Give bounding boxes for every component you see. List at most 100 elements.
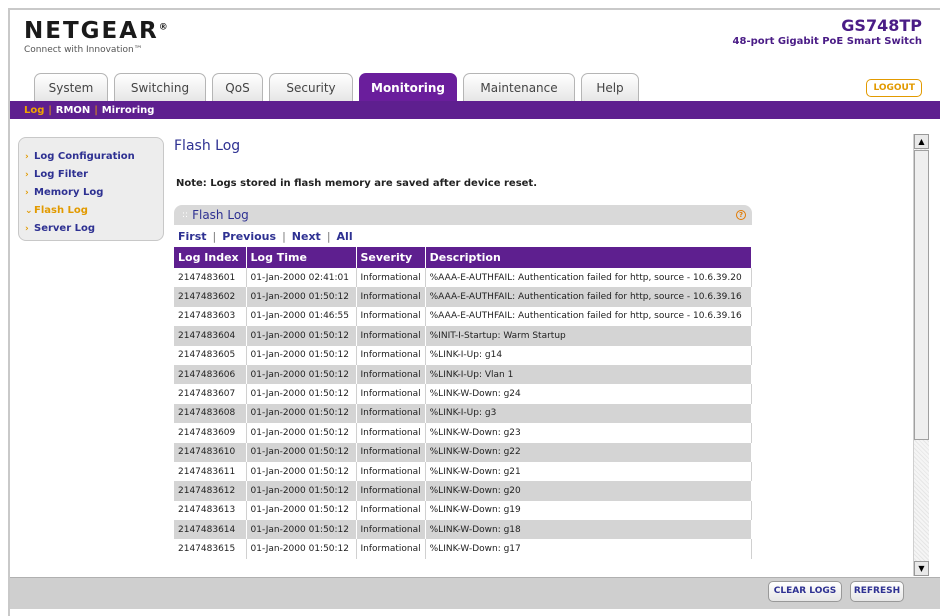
table-row: 2147483612 01-Jan-2000 01:50:12 Informatio… (174, 481, 752, 501)
cell-severity: Informational (356, 268, 426, 288)
tab-maintenance[interactable]: Maintenance (463, 73, 575, 101)
grip-icon: :: (182, 210, 189, 220)
panel-title: Flash Log (192, 208, 249, 222)
cell-log-index: 2147483608 (174, 403, 247, 424)
cell-log-index: 2147483614 (174, 520, 247, 540)
sidebar-item-server-log[interactable]: › Server Log (25, 220, 163, 238)
cell-severity: Informational (356, 345, 426, 365)
scrollbar-thumb[interactable] (914, 150, 929, 440)
cell-description: %AAA-E-AUTHFAIL: Authentication failed f… (425, 268, 752, 288)
table-row: 2147483609 01-Jan-2000 01:50:12 Informatio… (174, 423, 752, 443)
tab-system[interactable]: System (34, 73, 108, 101)
page-title: Flash Log (174, 138, 241, 154)
cell-log-time: 01-Jan-2000 01:50:12 (246, 500, 357, 521)
cell-severity: Informational (356, 364, 426, 385)
column-header-severity: Severity (356, 247, 426, 268)
cell-severity: Informational (356, 306, 426, 327)
pager-previous-link[interactable]: Previous (222, 230, 276, 243)
page-scrollbar[interactable]: ▲ ▼ (913, 134, 929, 576)
table-header-row: Log Index Log Time Severity Description (174, 247, 752, 268)
cell-log-time: 01-Jan-2000 01:50:12 (246, 481, 357, 501)
cell-log-time: 01-Jan-2000 01:50:12 (246, 423, 357, 443)
cell-description: %LINK-I-Up: Vlan 1 (425, 364, 752, 385)
tab-help[interactable]: Help (581, 73, 639, 101)
cell-log-index: 2147483609 (174, 423, 247, 443)
cell-description: %LINK-W-Down: g23 (425, 423, 752, 443)
cell-description: %AAA-E-AUTHFAIL: Authentication failed f… (425, 306, 752, 327)
sidebar-item-label: Log Filter (34, 169, 89, 180)
cell-description: %LINK-W-Down: g17 (425, 539, 752, 559)
subnav-mirroring[interactable]: Mirroring (102, 105, 155, 116)
cell-description: %LINK-W-Down: g19 (425, 500, 752, 521)
clear-logs-button[interactable]: CLEAR LOGS (768, 581, 842, 602)
table-row: 2147483613 01-Jan-2000 01:50:12 Informatio… (174, 500, 752, 521)
cell-description: %LINK-W-Down: g24 (425, 384, 752, 404)
cell-log-index: 2147483610 (174, 442, 247, 462)
cell-severity: Informational (356, 539, 426, 559)
cell-log-time: 01-Jan-2000 02:41:01 (246, 268, 357, 288)
pager-all-link[interactable]: All (337, 230, 353, 243)
cell-log-index: 2147483615 (174, 539, 247, 559)
tab-switching[interactable]: Switching (114, 73, 206, 101)
sidebar-item-label: Server Log (34, 223, 96, 234)
sidebar-item-memory-log[interactable]: › Memory Log (25, 184, 163, 202)
cell-log-time: 01-Jan-2000 01:50:12 (246, 461, 357, 482)
pager-first-link[interactable]: First (178, 230, 207, 243)
cell-description: %INIT-I-Startup: Warm Startup (425, 326, 752, 346)
cell-log-time: 01-Jan-2000 01:50:12 (246, 539, 357, 559)
logout-button[interactable]: LOGOUT (866, 79, 922, 97)
cell-log-time: 01-Jan-2000 01:50:12 (246, 287, 357, 307)
cell-log-time: 01-Jan-2000 01:50:12 (246, 403, 357, 424)
table-row: 2147483611 01-Jan-2000 01:50:12 Informatio… (174, 461, 752, 482)
cell-description: %LINK-I-Up: g3 (425, 403, 752, 424)
log-table: Log Index Log Time Severity Description … (174, 247, 752, 559)
cell-log-index: 2147483601 (174, 268, 247, 288)
table-row: 2147483603 01-Jan-2000 01:46:55 Informatio… (174, 306, 752, 327)
table-row: 2147483607 01-Jan-2000 01:50:12 Informatio… (174, 384, 752, 404)
table-row: 2147483606 01-Jan-2000 01:50:12 Informatio… (174, 364, 752, 385)
page-note: Note: Logs stored in flash memory are sa… (176, 178, 538, 189)
sidebar-item-log-configuration[interactable]: › Log Configuration (25, 148, 163, 166)
cell-severity: Informational (356, 423, 426, 443)
cell-log-index: 2147483602 (174, 287, 247, 307)
tab-monitoring[interactable]: Monitoring (359, 73, 457, 101)
cell-log-index: 2147483606 (174, 364, 247, 385)
tab-qos[interactable]: QoS (212, 73, 263, 101)
table-row: 2147483615 01-Jan-2000 01:50:12 Informatio… (174, 539, 752, 559)
sidebar-item-flash-log[interactable]: ⌄ Flash Log (25, 202, 163, 220)
cell-log-time: 01-Jan-2000 01:46:55 (246, 306, 357, 327)
cell-log-time: 01-Jan-2000 01:50:12 (246, 364, 357, 385)
cell-log-time: 01-Jan-2000 01:50:12 (246, 384, 357, 404)
cell-log-time: 01-Jan-2000 01:50:12 (246, 345, 357, 365)
scroll-down-arrow-icon[interactable]: ▼ (914, 561, 929, 576)
main-tabs: System Switching QoS Security Monitoring… (34, 73, 639, 101)
column-header-description: Description (425, 247, 752, 268)
cell-severity: Informational (356, 520, 426, 540)
panel-header: :: Flash Log ? (174, 205, 752, 225)
registered-mark: ® (158, 22, 168, 33)
cell-description: %LINK-I-Up: g14 (425, 345, 752, 365)
table-row: 2147483602 01-Jan-2000 01:50:12 Informatio… (174, 287, 752, 307)
cell-log-time: 01-Jan-2000 01:50:12 (246, 520, 357, 540)
table-row: 2147483601 01-Jan-2000 02:41:01 Informatio… (174, 268, 752, 288)
column-header-log-time: Log Time (246, 247, 357, 268)
sidebar-item-log-filter[interactable]: › Log Filter (25, 166, 163, 184)
question-icon[interactable]: ? (736, 210, 746, 220)
tab-security[interactable]: Security (269, 73, 353, 101)
sidebar-item-label: Memory Log (34, 187, 104, 198)
pager-separator: | (212, 229, 217, 243)
cell-severity: Informational (356, 461, 426, 482)
subnav-log[interactable]: Log (24, 105, 44, 116)
table-body: 2147483601 01-Jan-2000 02:41:01 Informatio… (174, 268, 752, 559)
pager-next-link[interactable]: Next (292, 230, 321, 243)
cell-log-index: 2147483603 (174, 306, 247, 327)
scroll-up-arrow-icon[interactable]: ▲ (914, 134, 929, 149)
cell-description: %AAA-E-AUTHFAIL: Authentication failed f… (425, 287, 752, 307)
cell-description: %LINK-W-Down: g22 (425, 442, 752, 462)
logo-wordmark: NETGEAR (24, 18, 159, 44)
product-info: GS748TP 48-port Gigabit PoE Smart Switch (733, 16, 922, 47)
refresh-button[interactable]: REFRESH (850, 581, 904, 602)
cell-log-time: 01-Jan-2000 01:50:12 (246, 442, 357, 462)
subnav-rmon[interactable]: RMON (56, 105, 91, 116)
sidebar: › Log Configuration › Log Filter › Memory L… (18, 137, 164, 241)
